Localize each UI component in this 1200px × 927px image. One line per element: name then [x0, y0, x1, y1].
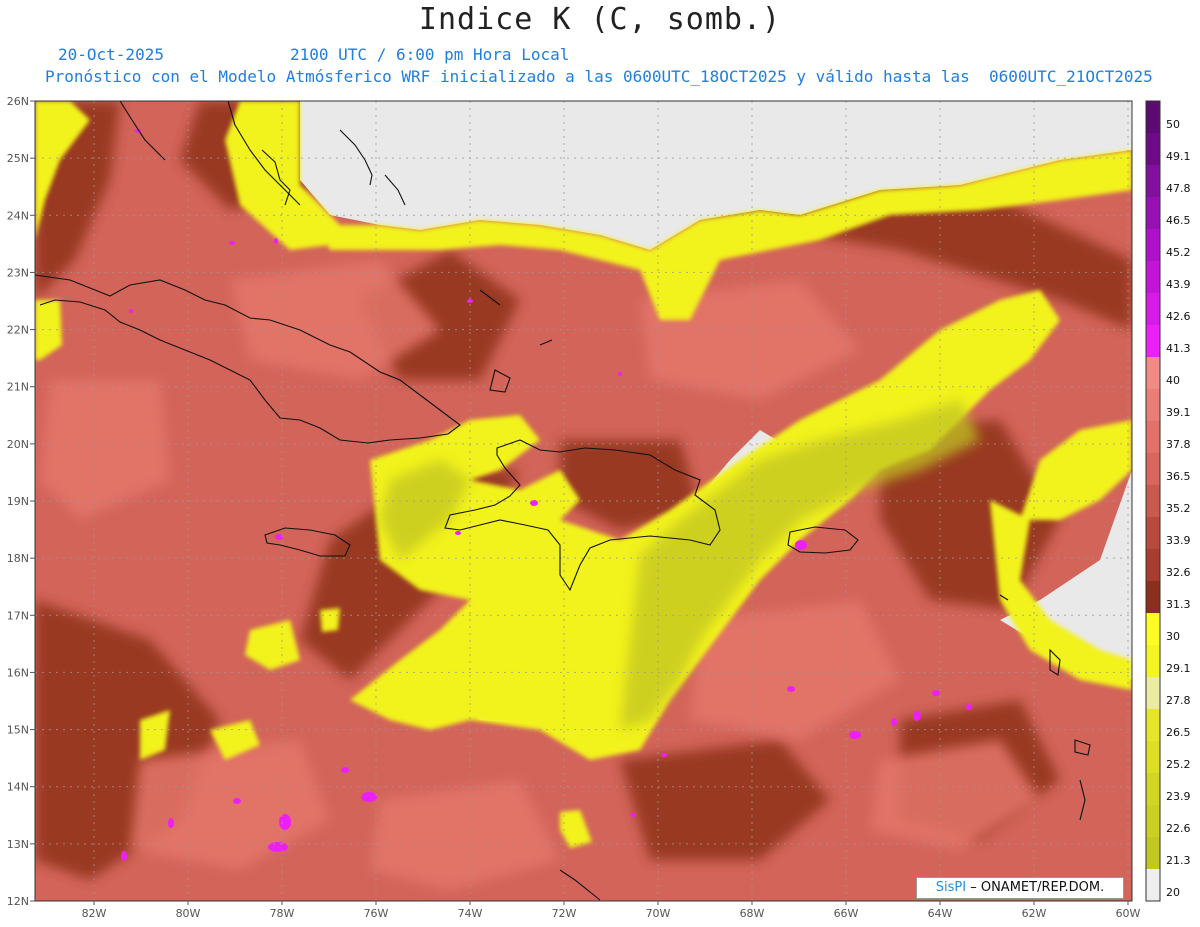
colorbar-swatch [1146, 453, 1160, 486]
colorbar-swatch [1146, 261, 1160, 294]
colorbar-label: 31.3 [1166, 598, 1191, 611]
lat-label: 25N [7, 152, 29, 165]
lat-label: 16N [7, 666, 29, 679]
lat-label: 22N [7, 324, 29, 337]
colorbar-label: 33.9 [1166, 534, 1191, 547]
colorbar-swatch [1146, 293, 1160, 326]
colorbar-swatch [1146, 613, 1160, 646]
lon-label: 76W [364, 907, 389, 920]
colorbar-swatch [1146, 197, 1160, 230]
colorbar-swatch [1146, 485, 1160, 518]
colorbar-swatch [1146, 101, 1160, 134]
colorbar: 50 49.1 47.8 46.5 45.2 43.9 42.6 41.3 40 39.1 37.8… [1145, 100, 1191, 902]
colorbar-label: 42.6 [1166, 310, 1191, 323]
colorbar-swatch [1146, 837, 1160, 870]
colorbar-label: 37.8 [1166, 438, 1191, 451]
lat-label: 18N [7, 552, 29, 565]
colorbar-swatch [1146, 677, 1160, 710]
lat-label: 19N [7, 495, 29, 508]
colorbar-label: 32.6 [1166, 566, 1191, 579]
colorbar-swatch [1146, 229, 1160, 262]
lat-label: 14N [7, 781, 29, 794]
lon-label: 70W [646, 907, 671, 920]
lat-label: 20N [7, 438, 29, 451]
colorbar-label: 23.9 [1166, 790, 1191, 803]
lon-label: 80W [176, 907, 201, 920]
colorbar-swatch [1146, 645, 1160, 678]
colorbar-label: 49.1 [1166, 150, 1191, 163]
colorbar-swatch [1146, 357, 1160, 390]
colorbar-label: 29.1 [1166, 662, 1191, 675]
colorbar-label: 46.5 [1166, 214, 1191, 227]
lon-label: 66W [834, 907, 859, 920]
colorbar-label: 35.2 [1166, 502, 1191, 515]
colorbar-swatch [1146, 549, 1160, 582]
credit-text: – ONAMET/REP.DOM. [966, 880, 1105, 895]
credit-box: SisPI – ONAMET/REP.DOM. [916, 877, 1124, 899]
lon-label: 78W [270, 907, 295, 920]
colorbar-label: 36.5 [1166, 470, 1191, 483]
colorbar-swatch [1146, 773, 1160, 806]
colorbar-label: 27.8 [1166, 694, 1191, 707]
k-index-map: 26N 25N 24N 23N 22N 21N 20N 19N 18N 17N 16N 15N 14N 1… [7, 95, 1191, 920]
lon-label: 82W [82, 907, 107, 920]
colorbar-swatch [1146, 869, 1160, 902]
colorbar-swatch [1146, 741, 1160, 774]
colorbar-swatch [1146, 581, 1160, 614]
lat-label: 24N [7, 209, 29, 222]
lat-label: 26N [7, 95, 29, 108]
colorbar-swatch [1146, 133, 1160, 166]
lon-label: 68W [740, 907, 765, 920]
colorbar-label: 30 [1166, 630, 1180, 643]
colorbar-label: 40 [1166, 374, 1180, 387]
colorbar-label: 22.6 [1166, 822, 1191, 835]
colorbar-swatch [1146, 325, 1160, 358]
lat-label: 12N [7, 895, 29, 908]
lat-label: 21N [7, 381, 29, 394]
colorbar-swatch [1146, 421, 1160, 454]
colorbar-swatch [1146, 389, 1160, 422]
colorbar-swatch [1146, 709, 1160, 742]
colorbar-swatch [1146, 517, 1160, 550]
colorbar-label: 20 [1166, 886, 1180, 899]
map-field [35, 101, 1132, 901]
lon-label: 62W [1022, 907, 1047, 920]
lon-label: 74W [458, 907, 483, 920]
colorbar-label: 26.5 [1166, 726, 1191, 739]
lat-label: 17N [7, 609, 29, 622]
colorbar-label: 21.3 [1166, 854, 1191, 867]
lat-label: 15N [7, 724, 29, 737]
lon-label: 64W [928, 907, 953, 920]
colorbar-label: 50 [1166, 118, 1180, 131]
colorbar-label: 39.1 [1166, 406, 1191, 419]
lon-label: 72W [552, 907, 577, 920]
colorbar-label: 43.9 [1166, 278, 1191, 291]
colorbar-label: 45.2 [1166, 246, 1191, 259]
colorbar-swatch [1146, 165, 1160, 198]
colorbar-label: 47.8 [1166, 182, 1191, 195]
colorbar-label: 41.3 [1166, 342, 1191, 355]
lat-label: 13N [7, 838, 29, 851]
lon-label: 60W [1116, 907, 1141, 920]
sispi-brand: SisPI [935, 880, 967, 895]
colorbar-label: 25.2 [1166, 758, 1191, 771]
lat-label: 23N [7, 266, 29, 279]
colorbar-swatch [1146, 805, 1160, 838]
